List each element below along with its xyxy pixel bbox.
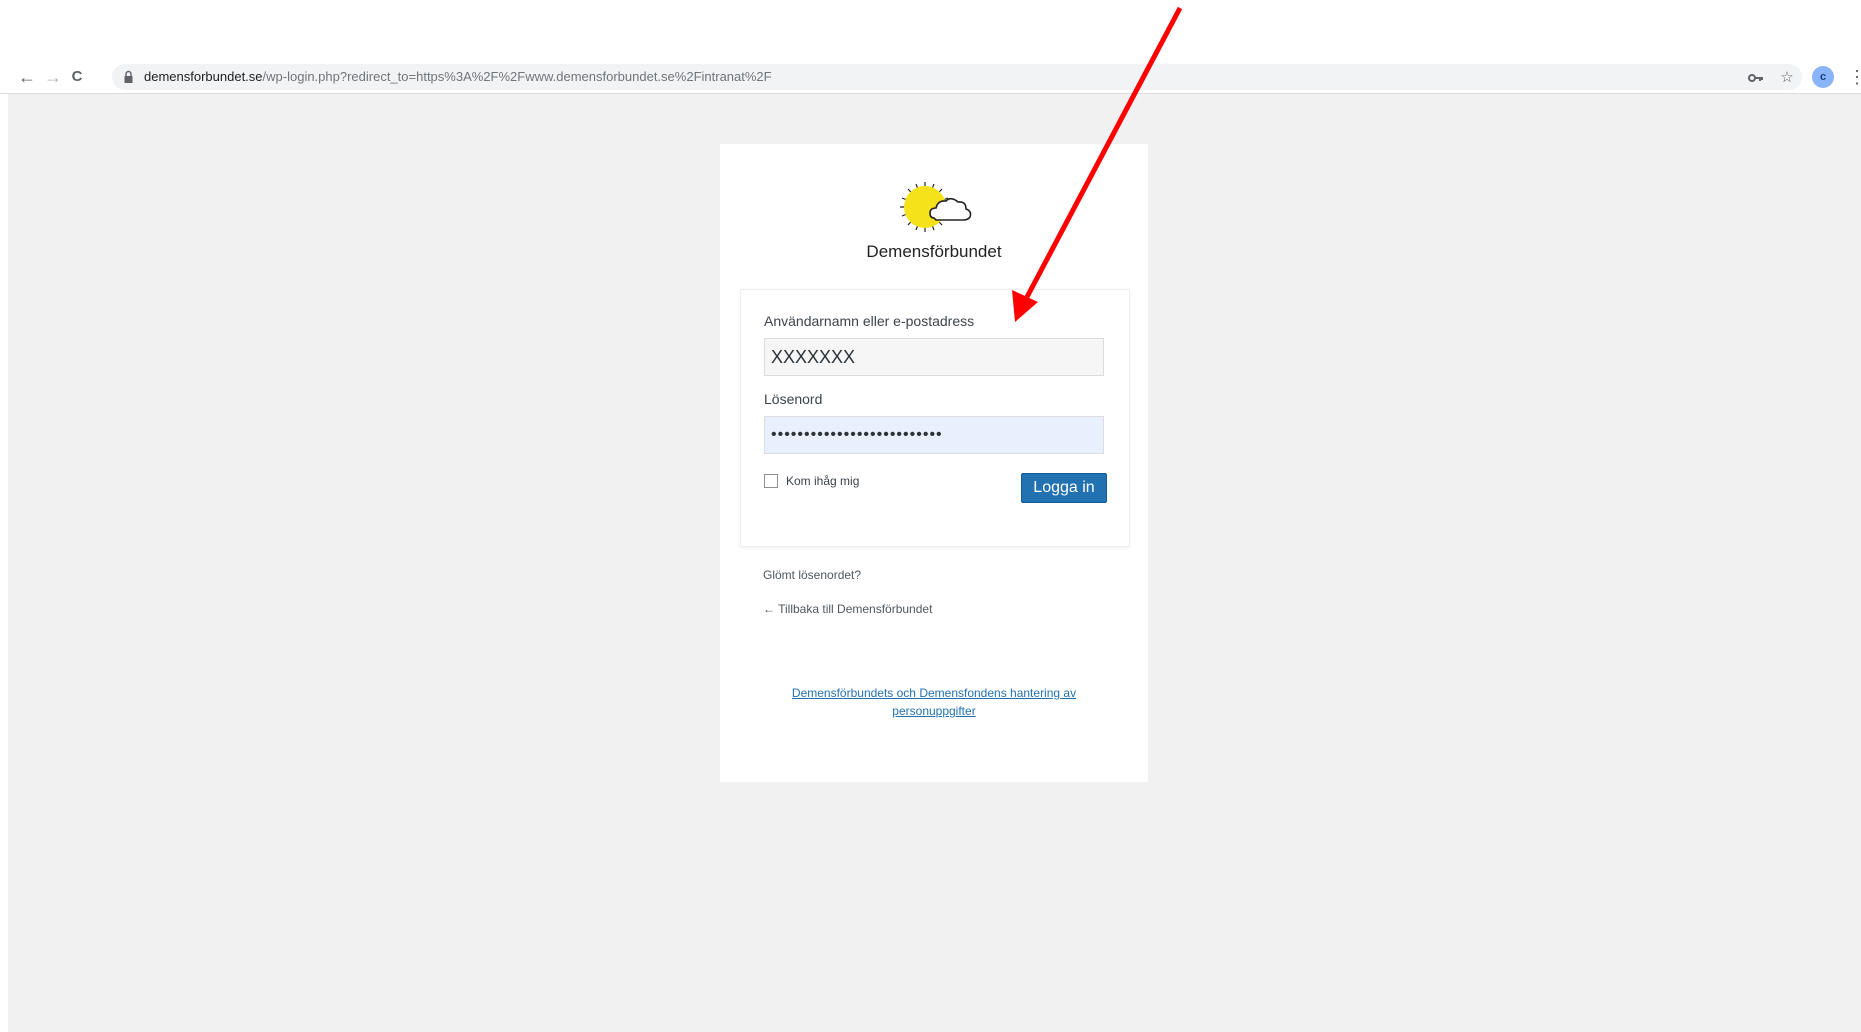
annotation-arrow xyxy=(1012,6,1183,322)
